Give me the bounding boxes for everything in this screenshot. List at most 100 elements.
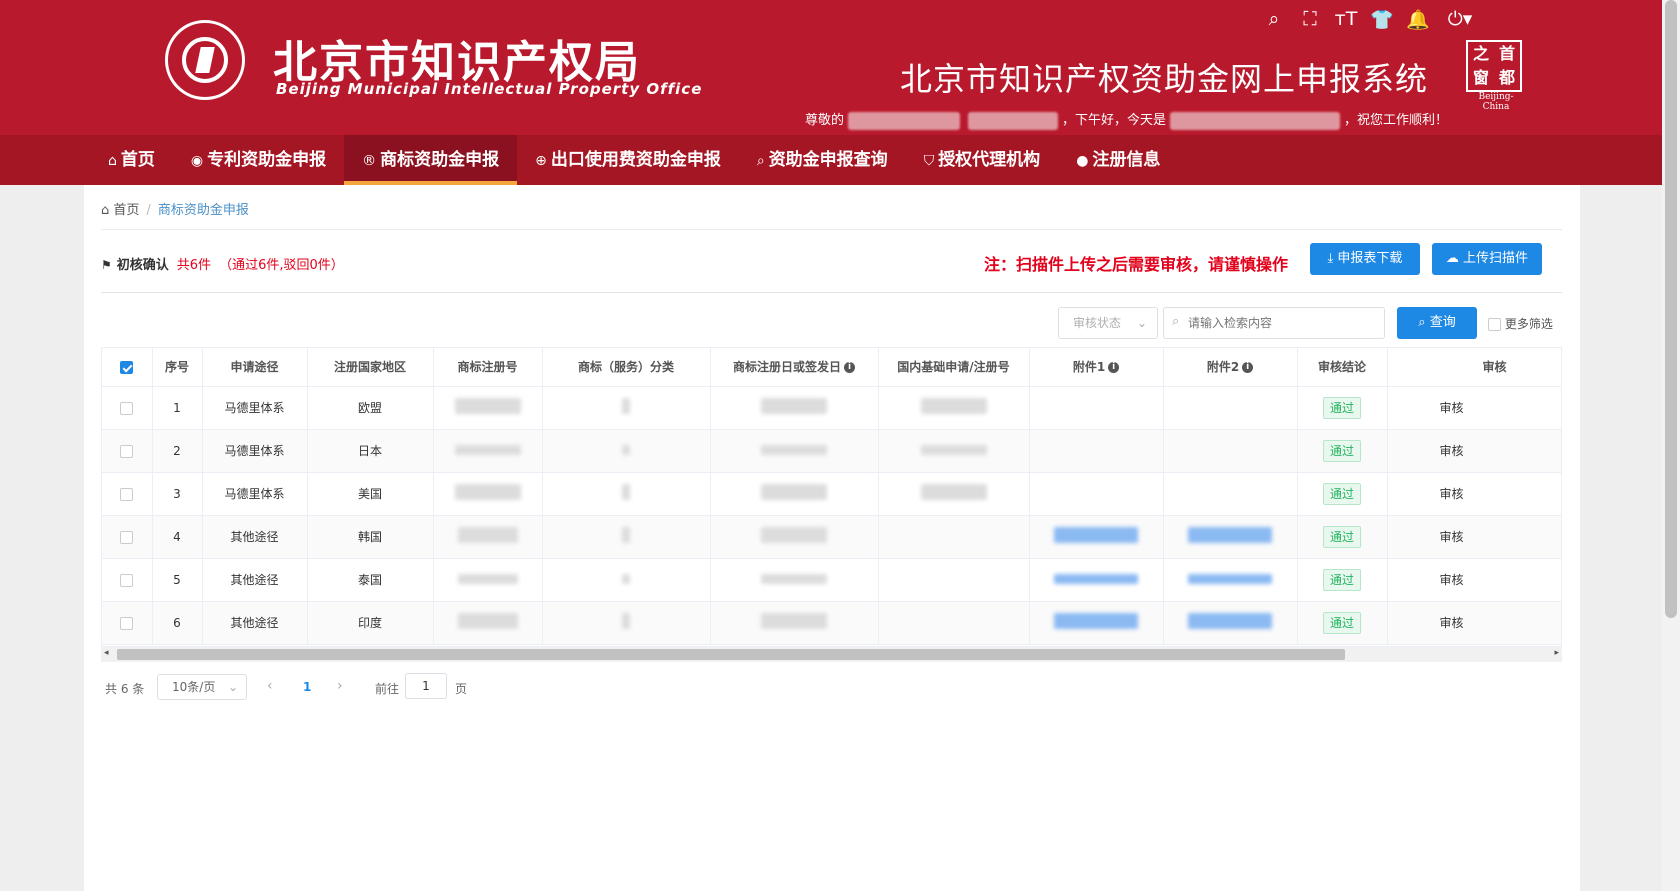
row-checkbox[interactable] bbox=[120, 573, 134, 587]
row-number: 6 bbox=[152, 601, 203, 645]
review-column: 审核 bbox=[1387, 601, 1561, 645]
pass-tag: 通过 bbox=[1322, 611, 1361, 634]
download-form-button[interactable]: ⤓ 申报表下载 bbox=[1310, 243, 1420, 275]
fullscreen-icon[interactable]: ⛶ bbox=[1298, 8, 1322, 31]
row-select-cell[interactable] bbox=[102, 429, 153, 473]
attachment-1 bbox=[1029, 472, 1164, 516]
row-select-cell[interactable] bbox=[102, 472, 153, 516]
info-icon[interactable]: i bbox=[1108, 362, 1120, 374]
main-nav: ⌂ 首页 ◉ 专利资助金申报 ® 商标资助金申报 ⊕ 出口使用费资助金申报 ⌕ 资助金申报… bbox=[0, 135, 1662, 185]
nav-trademark-funding[interactable]: ® 商标资助金申报 bbox=[344, 135, 518, 185]
divider bbox=[101, 229, 1562, 230]
row-checkbox[interactable] bbox=[120, 487, 134, 501]
row-checkbox[interactable] bbox=[120, 530, 134, 544]
scrollbar-thumb[interactable] bbox=[117, 649, 1345, 660]
page-size-select[interactable]: 10条/页 ⌄ bbox=[157, 674, 247, 700]
bipo-seal-logo bbox=[165, 20, 245, 100]
redacted-cell bbox=[433, 558, 543, 602]
row-checkbox[interactable] bbox=[120, 616, 134, 630]
table-horizontal-scrollbar[interactable]: ◂ ▸ bbox=[101, 647, 1562, 662]
nav-label: 资助金申报查询 bbox=[768, 150, 888, 170]
column-header: 审核结论 bbox=[1297, 348, 1388, 387]
row-checkbox[interactable] bbox=[120, 444, 134, 458]
pass-tag: 通过 bbox=[1322, 396, 1361, 419]
goto-page-input[interactable] bbox=[405, 673, 447, 699]
redacted-cell bbox=[710, 386, 879, 430]
prev-page-icon[interactable]: ‹ bbox=[267, 678, 273, 694]
domestic-basis-number bbox=[878, 515, 1030, 559]
upload-scan-button[interactable]: ☁ 上传扫描件 bbox=[1432, 243, 1542, 275]
redacted-username bbox=[848, 111, 961, 130]
row-select-cell[interactable] bbox=[102, 386, 153, 430]
scrollbar-thumb[interactable] bbox=[1665, 0, 1677, 618]
breadcrumb-home[interactable]: 首页 bbox=[113, 203, 139, 218]
attachment-2 bbox=[1163, 386, 1298, 430]
redacted-cell bbox=[433, 515, 543, 559]
greeting-suffix: ，祝您工作顺利！ bbox=[1344, 113, 1449, 128]
select-all-checkbox[interactable] bbox=[120, 360, 134, 374]
attachment-1[interactable] bbox=[1029, 515, 1164, 559]
main-panel: ⌂ 首页 / 商标资助金申报 ⚑ 初核确认 共6件 （通过6件,驳回0件） 注：扫描件上传… bbox=[84, 185, 1580, 891]
attachment-1[interactable] bbox=[1029, 558, 1164, 602]
column-header: 注册国家地区 bbox=[307, 348, 434, 387]
redacted-cell bbox=[542, 386, 711, 430]
attachment-2[interactable] bbox=[1163, 515, 1298, 559]
nav-authorized-agencies[interactable]: ⛉ 授权代理机构 bbox=[906, 135, 1059, 185]
attachment-1[interactable] bbox=[1029, 601, 1164, 645]
beijing-city-logo: 之 首 窗 都 bbox=[1466, 40, 1522, 92]
info-icon[interactable]: i bbox=[1242, 362, 1254, 374]
bell-icon[interactable]: 🔔 bbox=[1406, 8, 1430, 31]
select-all-cell[interactable] bbox=[102, 348, 153, 387]
review-conclusion: 通过 bbox=[1297, 558, 1388, 602]
next-page-icon[interactable]: › bbox=[337, 678, 343, 694]
registration-country: 泰国 bbox=[307, 558, 434, 602]
redacted-cell bbox=[878, 386, 1030, 430]
nav-label: 专利资助金申报 bbox=[207, 150, 327, 170]
nav-export-royalty-funding[interactable]: ⊕ 出口使用费资助金申报 bbox=[517, 135, 739, 185]
search-box: ⌕ bbox=[1163, 307, 1385, 339]
page-scrollbar[interactable] bbox=[1662, 0, 1680, 891]
redacted-cell bbox=[542, 601, 711, 645]
redacted-username bbox=[968, 111, 1059, 130]
domestic-basis-number bbox=[878, 558, 1030, 602]
redacted-cell bbox=[433, 429, 543, 473]
table-row: 6 其他途径 印度 通过 审核 bbox=[102, 601, 1561, 645]
more-filter-toggle[interactable]: 更多筛选 bbox=[1488, 315, 1553, 332]
search-input[interactable] bbox=[1188, 308, 1378, 338]
row-select-cell[interactable] bbox=[102, 515, 153, 559]
attachment-2[interactable] bbox=[1163, 601, 1298, 645]
nav-funding-query[interactable]: ⌕ 资助金申报查询 bbox=[739, 135, 906, 185]
row-select-cell[interactable] bbox=[102, 558, 153, 602]
info-icon[interactable]: i bbox=[844, 362, 855, 374]
current-page[interactable]: 1 bbox=[303, 680, 311, 694]
greeting-mid: ，下午好，今天是 bbox=[1062, 113, 1167, 128]
query-button[interactable]: ⌕ 查询 bbox=[1397, 307, 1477, 339]
redacted-cell bbox=[710, 558, 879, 602]
nav-registration-info[interactable]: ● 注册信息 bbox=[1058, 135, 1178, 185]
column-header: 国内基础申请/注册号 bbox=[878, 348, 1030, 387]
more-filter-checkbox[interactable] bbox=[1488, 318, 1501, 331]
application-route: 马德里体系 bbox=[202, 429, 308, 473]
redacted-cell bbox=[710, 515, 879, 559]
font-size-icon[interactable]: ᴛT bbox=[1334, 8, 1358, 31]
application-route: 马德里体系 bbox=[202, 386, 308, 430]
scroll-right-icon[interactable]: ▸ bbox=[1554, 648, 1559, 658]
row-select-cell[interactable] bbox=[102, 601, 153, 645]
theme-icon[interactable]: 👕 bbox=[1370, 8, 1394, 31]
pagination-total: 共 6 条 bbox=[105, 682, 145, 696]
column-header-label: 附件1 bbox=[1072, 360, 1106, 375]
column-header-label: 商标注册日或签发日 bbox=[732, 360, 841, 375]
nav-label: 注册信息 bbox=[1092, 150, 1161, 170]
row-checkbox[interactable] bbox=[120, 401, 134, 415]
attachment-2[interactable] bbox=[1163, 558, 1298, 602]
header-toolbar: ⌕ ⛶ ᴛT 👕 🔔 ⏻▾ bbox=[1262, 8, 1478, 31]
more-filter-label: 更多筛选 bbox=[1504, 317, 1553, 331]
scroll-left-icon[interactable]: ◂ bbox=[104, 648, 109, 658]
power-icon[interactable]: ⏻▾ bbox=[1442, 8, 1478, 31]
review-status-select[interactable]: 审核状态 ⌄ bbox=[1058, 307, 1158, 339]
nav-patent-funding[interactable]: ◉ 专利资助金申报 bbox=[173, 135, 344, 185]
nav-home[interactable]: ⌂ 首页 bbox=[90, 135, 173, 185]
search-icon[interactable]: ⌕ bbox=[1262, 8, 1286, 31]
table-row: 2 马德里体系 日本 通过 审核 bbox=[102, 429, 1561, 473]
status-count: 共6件 bbox=[176, 258, 212, 273]
